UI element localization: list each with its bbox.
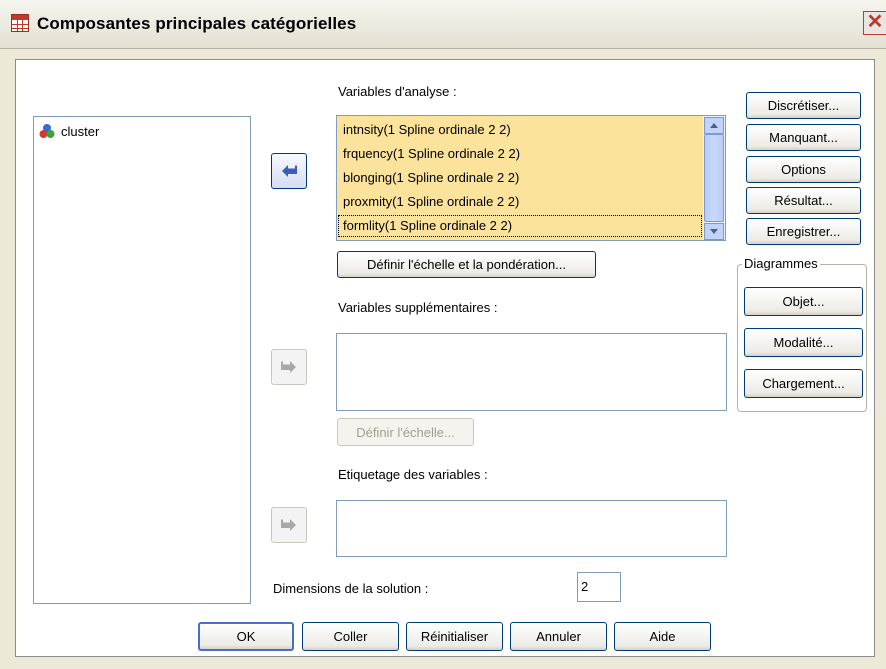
move-to-analysis-button[interactable] — [271, 153, 307, 189]
define-scale-button: Définir l'échelle... — [337, 418, 474, 446]
list-item-selected[interactable]: formlity(1 Spline ordinale 2 2) — [337, 214, 703, 238]
labeling-variables-label: Etiquetage des variables : — [338, 467, 488, 482]
list-item[interactable]: cluster — [39, 122, 99, 140]
analysis-variables-list[interactable]: intnsity(1 Spline ordinale 2 2) frquency… — [336, 115, 726, 241]
plots-group-label: Diagrammes — [742, 256, 820, 271]
paste-button[interactable]: Coller — [302, 622, 399, 651]
reset-button[interactable]: Réinitialiser — [406, 622, 503, 651]
close-button[interactable]: ✕ — [863, 11, 886, 35]
data-table-icon — [11, 14, 29, 32]
discretize-button[interactable]: Discrétiser... — [746, 92, 861, 119]
loading-plot-button[interactable]: Chargement... — [744, 369, 863, 398]
window-title: Composantes principales catégorielles — [37, 14, 357, 33]
analysis-variables-label: Variables d'analyse : — [338, 84, 457, 99]
arrow-right-icon — [281, 361, 296, 373]
arrow-left-icon — [282, 165, 297, 177]
supplementary-variables-label: Variables supplémentaires : — [338, 300, 498, 315]
category-plot-button[interactable]: Modalité... — [744, 328, 863, 357]
list-item-label: cluster — [61, 123, 100, 139]
scroll-down-button[interactable] — [704, 223, 724, 240]
cancel-button[interactable]: Annuler — [510, 622, 607, 651]
nominal-variable-icon — [39, 124, 55, 138]
chevron-down-icon — [710, 229, 718, 234]
list-item[interactable]: intnsity(1 Spline ordinale 2 2) — [337, 118, 703, 142]
scrollbar-thumb[interactable] — [704, 134, 724, 222]
source-variable-list[interactable]: cluster — [33, 116, 251, 604]
options-button[interactable]: Options — [746, 156, 861, 183]
define-scale-weight-button[interactable]: Définir l'échelle et la pondération... — [337, 251, 596, 278]
object-plot-button[interactable]: Objet... — [744, 287, 863, 316]
save-button[interactable]: Enregistrer... — [746, 218, 861, 245]
dimensions-label: Dimensions de la solution : — [273, 581, 429, 596]
title-bar: Composantes principales catégorielles ✕ — [0, 0, 886, 49]
ok-button[interactable]: OK — [198, 622, 294, 651]
output-button[interactable]: Résultat... — [746, 187, 861, 214]
labeling-variables-list[interactable] — [336, 500, 727, 557]
scroll-up-button[interactable] — [704, 117, 724, 134]
supplementary-variables-list[interactable] — [336, 333, 727, 411]
list-item[interactable]: proxmity(1 Spline ordinale 2 2) — [337, 190, 703, 214]
missing-button[interactable]: Manquant... — [746, 124, 861, 151]
arrow-right-icon — [281, 519, 296, 531]
chevron-up-icon — [710, 123, 718, 128]
vertical-scrollbar[interactable] — [703, 116, 725, 240]
dimensions-input[interactable]: 2 — [577, 572, 621, 602]
list-item[interactable]: frquency(1 Spline ordinale 2 2) — [337, 142, 703, 166]
move-to-labeling-button[interactable] — [271, 507, 307, 543]
help-button[interactable]: Aide — [614, 622, 711, 651]
list-item[interactable]: blonging(1 Spline ordinale 2 2) — [337, 166, 703, 190]
move-to-supplementary-button[interactable] — [271, 349, 307, 385]
